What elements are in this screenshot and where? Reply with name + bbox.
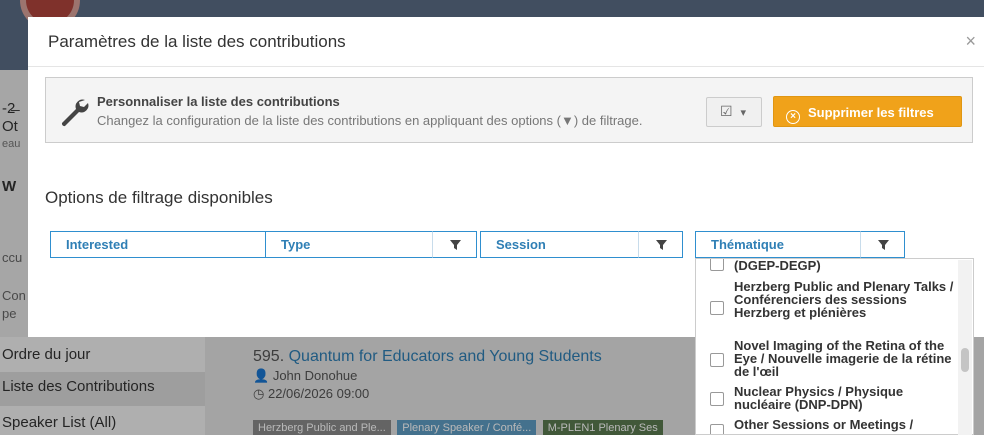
wrench-icon [61, 99, 89, 127]
filter-label: Type [281, 237, 311, 252]
option-label: Other Sessions or Meetings / [734, 417, 914, 432]
filter-label: Interested [66, 237, 129, 252]
select-dropdown-button[interactable]: ☑ ▾ [706, 97, 762, 127]
filter-label: Thématique [711, 237, 784, 252]
option-checkbox[interactable] [710, 353, 724, 367]
option-checkbox[interactable] [710, 424, 724, 434]
filter-interested[interactable]: Interested [50, 231, 283, 258]
option-checkbox[interactable] [710, 301, 724, 315]
filter-type[interactable]: Type [265, 231, 477, 258]
thematique-dropdown: (DGEP-DEGP) Herzberg Public and Plenary … [695, 258, 974, 435]
option-checkbox[interactable] [710, 259, 724, 271]
clear-filters-label: Supprimer les filtres [808, 105, 934, 120]
clear-filters-button[interactable]: × Supprimer les filtres [773, 96, 962, 127]
filter-session-toggle[interactable] [638, 231, 683, 258]
info-description: Changez la configuration de la liste des… [97, 113, 643, 128]
option-label: Herzberg Public and Plenary Talks / Conf… [734, 279, 954, 320]
option-checkbox[interactable] [710, 392, 724, 406]
filter-section-title: Options de filtrage disponibles [45, 188, 273, 207]
filter-thematique[interactable]: Thématique [695, 231, 905, 258]
filter-icon [656, 240, 667, 250]
filter-type-toggle[interactable] [432, 231, 477, 258]
remove-icon: × [786, 110, 800, 124]
checkbox-icon: ☑ [720, 103, 733, 119]
modal-title: Paramètres de la liste des contributions [48, 32, 346, 51]
dropdown-scrollbar[interactable] [958, 260, 972, 435]
option-label: (DGEP-DEGP) [734, 258, 821, 273]
chevron-down-icon: ▾ [740, 107, 746, 119]
close-icon[interactable]: × [965, 31, 976, 52]
filter-session[interactable]: Session [480, 231, 683, 258]
filter-thematique-toggle[interactable] [860, 231, 905, 258]
filter-label: Session [496, 237, 546, 252]
filter-icon [878, 240, 889, 250]
option-label: Nuclear Physics / Physique nucléaire (DN… [734, 384, 904, 412]
info-box: Personnaliser la liste des contributions… [45, 77, 973, 143]
info-title: Personnaliser la liste des contributions [97, 94, 340, 109]
option-label: Novel Imaging of the Retina of the Eye /… [734, 338, 952, 379]
scrollbar-thumb[interactable] [961, 348, 969, 372]
modal-header: Paramètres de la liste des contributions… [28, 17, 984, 67]
filter-icon [450, 240, 461, 250]
